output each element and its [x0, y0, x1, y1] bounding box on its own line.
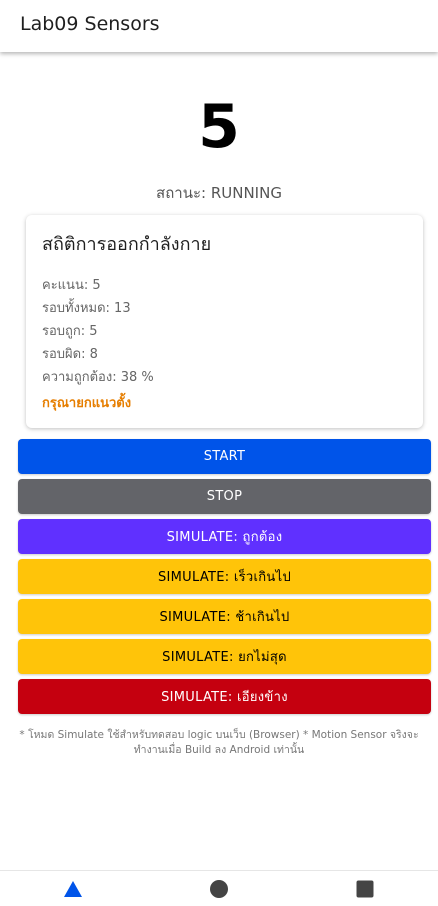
tab-3[interactable]	[292, 871, 438, 906]
stop-button[interactable]: STOP	[18, 479, 431, 514]
circle-icon	[210, 879, 228, 898]
bottom-tab-bar	[0, 870, 438, 906]
stats-card-title: สถิติการออกกำลังกาย	[42, 234, 212, 255]
simulate-not-full-button[interactable]: SIMULATE: ยกไม่สุด	[18, 639, 431, 674]
simulate-too-fast-button[interactable]: SIMULATE: เร็วเกินไป	[18, 559, 431, 594]
simulate-too-slow-button[interactable]: SIMULATE: ช้าเกินไป	[18, 599, 431, 634]
simulate-footnote: * โหมด Simulate ใช้สำหรับทดสอบ logic บนเ…	[19, 729, 419, 756]
stat-total-reps: รอบทั้งหมด: 13	[42, 301, 131, 316]
tab-1[interactable]	[0, 871, 146, 906]
start-button[interactable]: START	[18, 439, 431, 474]
score-counter: 5	[198, 92, 240, 162]
stat-wrong-reps: รอบผิด: 8	[42, 347, 98, 362]
simulate-tilted-button[interactable]: SIMULATE: เอียงข้าง	[18, 679, 431, 714]
stat-correct-reps: รอบถูก: 5	[42, 324, 98, 339]
app-bar: Lab09 Sensors	[0, 0, 438, 52]
square-icon	[356, 880, 374, 897]
tab-2[interactable]	[146, 871, 292, 906]
simulate-correct-button[interactable]: SIMULATE: ถูกต้อง	[18, 519, 431, 554]
app-title: Lab09 Sensors	[20, 13, 160, 35]
stat-score: คะแนน: 5	[42, 278, 101, 293]
stat-accuracy: ความถูกต้อง: 38 %	[42, 370, 154, 385]
orientation-warning: กรุณายกแนวตั้ง	[42, 396, 132, 411]
status-text: สถานะ: RUNNING	[156, 184, 282, 202]
triangle-icon	[64, 880, 82, 897]
action-buttons: START STOP SIMULATE: ถูกต้อง SIMULATE: เ…	[18, 439, 431, 719]
stats-card: สถิติการออกกำลังกาย คะแนน: 5 รอบทั้งหมด:…	[26, 215, 423, 428]
